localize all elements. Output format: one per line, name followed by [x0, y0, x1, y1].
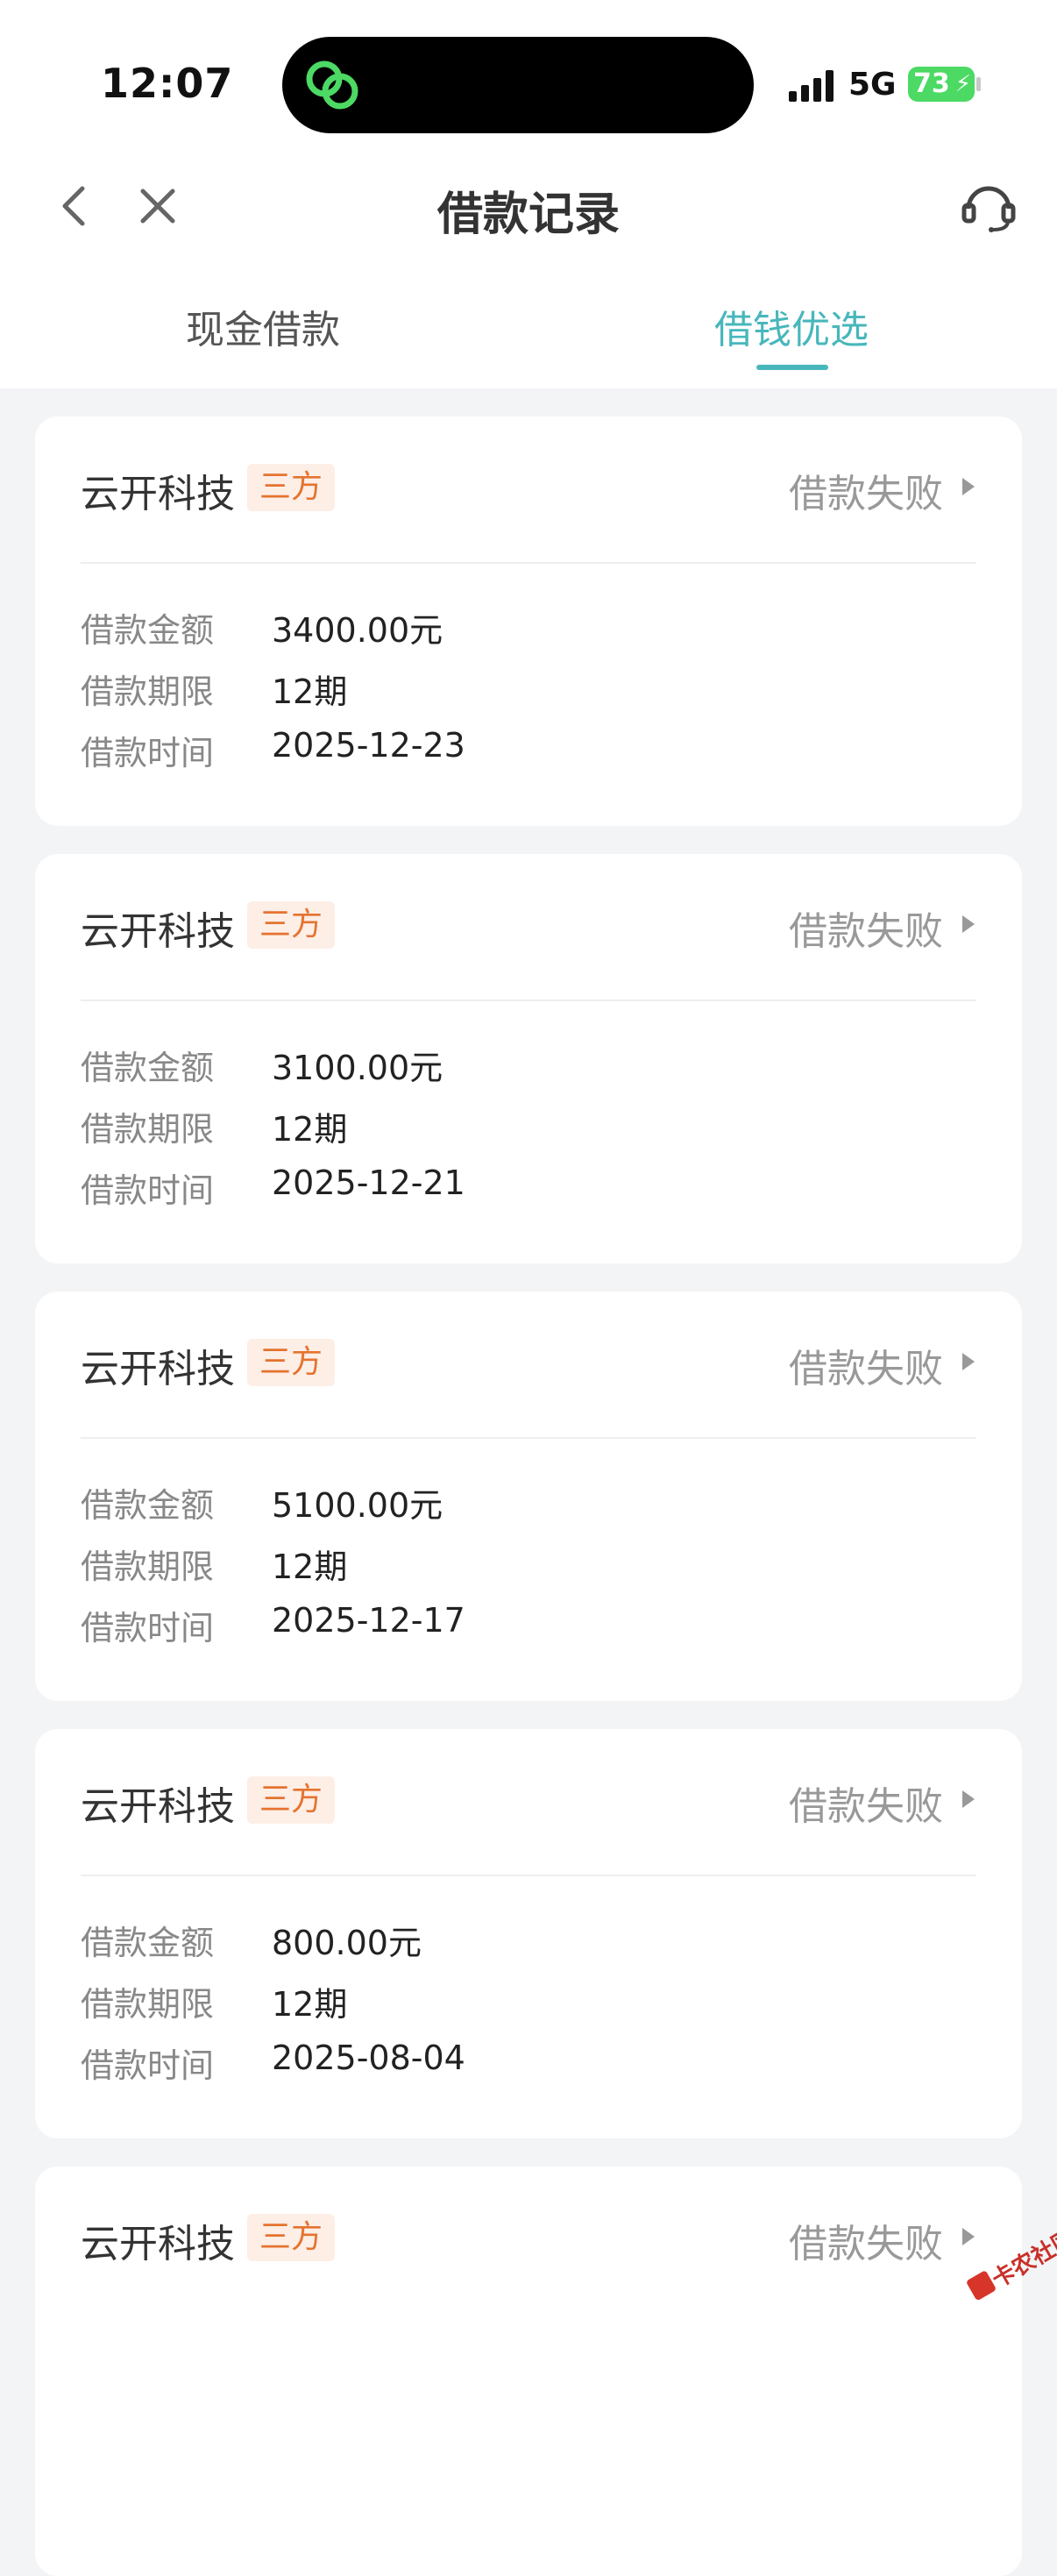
record-status[interactable]: 借款失败 [789, 1337, 943, 1393]
record-header: 云开科技 三方 借款失败 [81, 1775, 976, 1829]
active-tab-indicator [756, 365, 828, 370]
record-header: 云开科技 三方 借款失败 [81, 462, 976, 518]
company-name: 云开科技 [81, 1784, 235, 1829]
row-label: 借款期限 [81, 1548, 215, 1586]
divider [81, 562, 976, 564]
tab-loan-select[interactable]: 借钱优选 [634, 298, 949, 354]
watermark-text: 卡农社区 [987, 2224, 1057, 2294]
company-name: 云开科技 [81, 2222, 235, 2266]
page-title: 借款记录 [436, 189, 620, 241]
row-value: 12期 [272, 672, 348, 711]
row-value: 3400.00元 [272, 611, 443, 650]
caret-right-icon [962, 1353, 975, 1370]
third-party-tag: 三方 [247, 2214, 336, 2261]
row-label: 借款金额 [81, 1924, 215, 1962]
record-header: 云开科技 三方 借款失败 [81, 2212, 976, 2268]
row-value: 2025-12-17 [272, 1601, 465, 1640]
linked-rings-icon [306, 60, 358, 110]
row-label: 借款时间 [81, 1171, 215, 1210]
row-value: 3100.00元 [272, 1049, 443, 1087]
record-card[interactable]: 云开科技 三方 借款失败 借款金额 800.00元 借款期限 12期 借款时间 … [35, 1729, 1022, 2138]
row-value: 800.00元 [272, 1924, 422, 1962]
headset-icon[interactable] [960, 177, 1018, 235]
record-card[interactable]: 云开科技 三方 借款失败 借款金额 3400.00元 借款期限 12期 借款时间… [35, 416, 1022, 826]
battery-indicator: 73 ⚡ [908, 67, 975, 102]
caret-right-icon [962, 1790, 975, 1808]
nav-bar: 借款记录 [0, 158, 1057, 254]
third-party-tag: 三方 [247, 1776, 336, 1824]
record-status[interactable]: 借款失败 [789, 1775, 943, 1831]
charging-bolt-icon: ⚡ [954, 71, 971, 97]
status-time: 12:07 [101, 60, 234, 107]
caret-right-icon [962, 478, 975, 495]
battery-cap [976, 77, 981, 91]
dynamic-island [282, 37, 754, 133]
row-value: 2025-12-23 [272, 726, 465, 765]
divider [81, 1437, 976, 1439]
row-label: 借款金额 [81, 1049, 215, 1087]
record-header: 云开科技 三方 借款失败 [81, 1337, 976, 1393]
row-label: 借款时间 [81, 2046, 215, 2085]
row-label: 借款时间 [81, 734, 215, 772]
row-label: 借款期限 [81, 1985, 215, 2024]
row-value: 12期 [272, 1110, 348, 1149]
third-party-tag: 三方 [247, 464, 336, 511]
tab-bar: 现金借款 借钱优选 [0, 281, 1057, 388]
company-name: 云开科技 [81, 472, 235, 516]
row-value: 12期 [272, 1548, 348, 1586]
row-label: 借款金额 [81, 1486, 215, 1525]
company-name: 云开科技 [81, 909, 235, 954]
divider [81, 1875, 976, 1876]
record-status[interactable]: 借款失败 [789, 900, 943, 956]
row-value: 5100.00元 [272, 1486, 443, 1525]
network-label: 5G [848, 67, 897, 103]
top-area: 12:07 5G 73 ⚡ 借款记录 现金借款 借钱优选 [0, 0, 1057, 388]
row-value: 2025-12-21 [272, 1163, 465, 1202]
record-status[interactable]: 借款失败 [789, 462, 943, 518]
row-label: 借款时间 [81, 1609, 215, 1647]
row-value: 12期 [272, 1985, 348, 2024]
company-name: 云开科技 [81, 1347, 235, 1391]
tab-cash-loan[interactable]: 现金借款 [105, 298, 421, 354]
record-card[interactable]: 云开科技 三方 借款失败 [35, 2167, 1022, 2576]
record-header: 云开科技 三方 借款失败 [81, 900, 976, 954]
record-card[interactable]: 云开科技 三方 借款失败 借款金额 3100.00元 借款期限 12期 借款时间… [35, 854, 1022, 1263]
caret-right-icon [962, 915, 975, 933]
row-label: 借款期限 [81, 1110, 215, 1149]
record-card[interactable]: 云开科技 三方 借款失败 借款金额 5100.00元 借款期限 12期 借款时间… [35, 1292, 1022, 1701]
row-label: 借款期限 [81, 672, 215, 711]
row-value: 2025-08-04 [272, 2039, 465, 2077]
row-label: 借款金额 [81, 611, 215, 650]
third-party-tag: 三方 [247, 1339, 336, 1386]
record-status[interactable]: 借款失败 [789, 2212, 943, 2268]
battery-level: 73 [913, 68, 950, 99]
signal-icon [789, 70, 834, 102]
third-party-tag: 三方 [247, 901, 336, 949]
status-bar: 12:07 5G 73 ⚡ [0, 0, 1057, 149]
divider [81, 1000, 976, 1001]
